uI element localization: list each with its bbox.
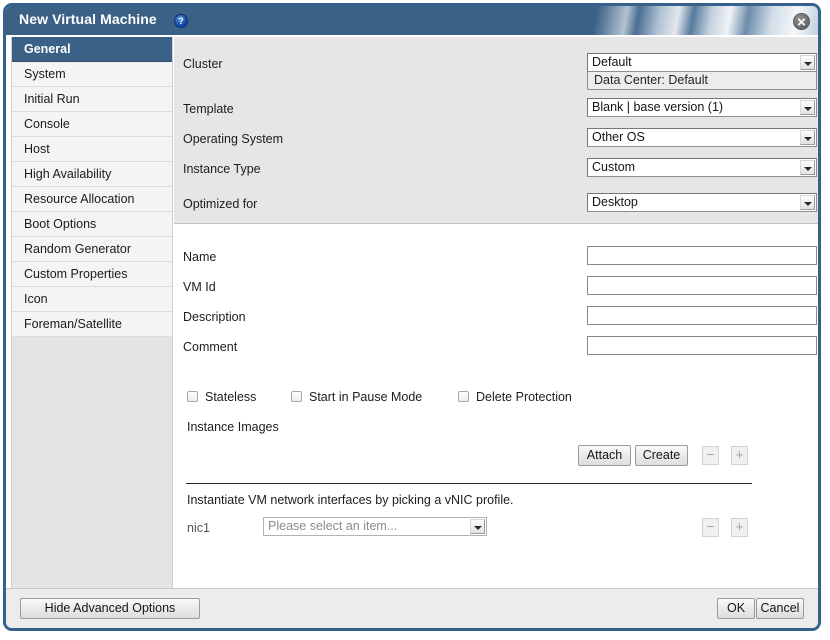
operating-system-select[interactable]: Other OS <box>587 128 817 147</box>
add-nic-button[interactable]: + <box>731 518 748 537</box>
cluster-datacenter-info: Data Center: Default <box>587 72 817 90</box>
instance-type-label: Instance Type <box>183 162 261 176</box>
description-input[interactable] <box>587 306 817 325</box>
chevron-down-icon <box>800 55 815 70</box>
template-label: Template <box>183 102 234 116</box>
sidebar-item-general[interactable]: General <box>12 37 172 62</box>
checkbox-box <box>187 391 198 402</box>
description-label: Description <box>183 310 246 324</box>
sidebar-item-random-generator[interactable]: Random Generator <box>12 237 172 262</box>
new-virtual-machine-dialog: New Virtual Machine ? General System Ini… <box>3 3 821 631</box>
dialog-title: New Virtual Machine <box>19 11 157 27</box>
instance-type-select[interactable]: Custom <box>587 158 817 177</box>
chevron-down-icon <box>800 130 815 145</box>
remove-nic-button[interactable]: − <box>702 518 719 537</box>
template-select[interactable]: Blank | base version (1) <box>587 98 817 117</box>
delete-protection-label: Delete Protection <box>476 390 572 404</box>
sidebar-item-system[interactable]: System <box>12 62 172 87</box>
chevron-down-icon <box>800 195 815 210</box>
sidebar-item-resource-allocation[interactable]: Resource Allocation <box>12 187 172 212</box>
stateless-checkbox[interactable]: Stateless <box>187 390 256 404</box>
checkbox-box <box>291 391 302 402</box>
name-input[interactable] <box>587 246 817 265</box>
dialog-body: General System Initial Run Console Host … <box>6 35 818 605</box>
sidebar-item-boot-options[interactable]: Boot Options <box>12 212 172 237</box>
sidebar-item-initial-run[interactable]: Initial Run <box>12 87 172 112</box>
remove-instance-image-button[interactable]: − <box>702 446 719 465</box>
close-icon[interactable] <box>793 13 810 30</box>
sidebar-item-host[interactable]: Host <box>12 137 172 162</box>
titlebar-decoration <box>518 6 818 35</box>
sidebar-item-icon[interactable]: Icon <box>12 287 172 312</box>
template-select-value: Blank | base version (1) <box>592 100 724 114</box>
optimized-for-select[interactable]: Desktop <box>587 193 817 212</box>
instance-type-select-value: Custom <box>592 160 636 174</box>
attach-button[interactable]: Attach <box>578 445 631 466</box>
help-icon[interactable]: ? <box>174 14 188 28</box>
dialog-title-bar: New Virtual Machine ? <box>6 6 818 35</box>
sidebar-item-high-availability[interactable]: High Availability <box>12 162 172 187</box>
nic1-label: nic1 <box>187 521 210 535</box>
cluster-label: Cluster <box>183 57 223 71</box>
delete-protection-checkbox[interactable]: Delete Protection <box>458 390 572 404</box>
chevron-down-icon <box>800 100 815 115</box>
nic1-profile-select[interactable]: Please select an item... <box>263 517 487 536</box>
chevron-down-icon <box>470 519 485 534</box>
sidebar-item-console[interactable]: Console <box>12 112 172 137</box>
nic1-profile-value: Please select an item... <box>268 519 398 533</box>
checkbox-box <box>458 391 469 402</box>
vm-id-input[interactable] <box>587 276 817 295</box>
cancel-button[interactable]: Cancel <box>756 598 804 619</box>
vnic-hint-text: Instantiate VM network interfaces by pic… <box>187 493 514 507</box>
sidebar-item-custom-properties[interactable]: Custom Properties <box>12 262 172 287</box>
general-tab-panel: Cluster Default Data Center: Default Tem… <box>173 35 818 605</box>
stateless-label: Stateless <box>205 390 257 404</box>
chevron-down-icon <box>800 160 815 175</box>
add-instance-image-button[interactable]: + <box>731 446 748 465</box>
sidebar-nav: General System Initial Run Console Host … <box>11 37 173 603</box>
sidebar-item-foreman-satellite[interactable]: Foreman/Satellite <box>12 312 172 337</box>
operating-system-label: Operating System <box>183 132 284 146</box>
dialog-footer: Hide Advanced Options OK Cancel <box>6 588 818 628</box>
ok-button[interactable]: OK <box>717 598 755 619</box>
cluster-select[interactable]: Default <box>587 53 817 72</box>
vm-id-label: VM Id <box>183 280 216 294</box>
instance-images-label: Instance Images <box>187 420 279 434</box>
name-label: Name <box>183 250 217 264</box>
comment-input[interactable] <box>587 336 817 355</box>
cluster-select-value: Default <box>592 55 632 69</box>
operating-system-select-value: Other OS <box>592 130 645 144</box>
hide-advanced-options-button[interactable]: Hide Advanced Options <box>20 598 200 619</box>
section-divider <box>186 483 752 484</box>
comment-label: Comment <box>183 340 238 354</box>
start-in-pause-mode-label: Start in Pause Mode <box>309 390 423 404</box>
optimized-for-label: Optimized for <box>183 197 258 211</box>
optimized-for-select-value: Desktop <box>592 195 638 209</box>
create-button[interactable]: Create <box>635 445 688 466</box>
start-in-pause-mode-checkbox[interactable]: Start in Pause Mode <box>291 390 422 404</box>
